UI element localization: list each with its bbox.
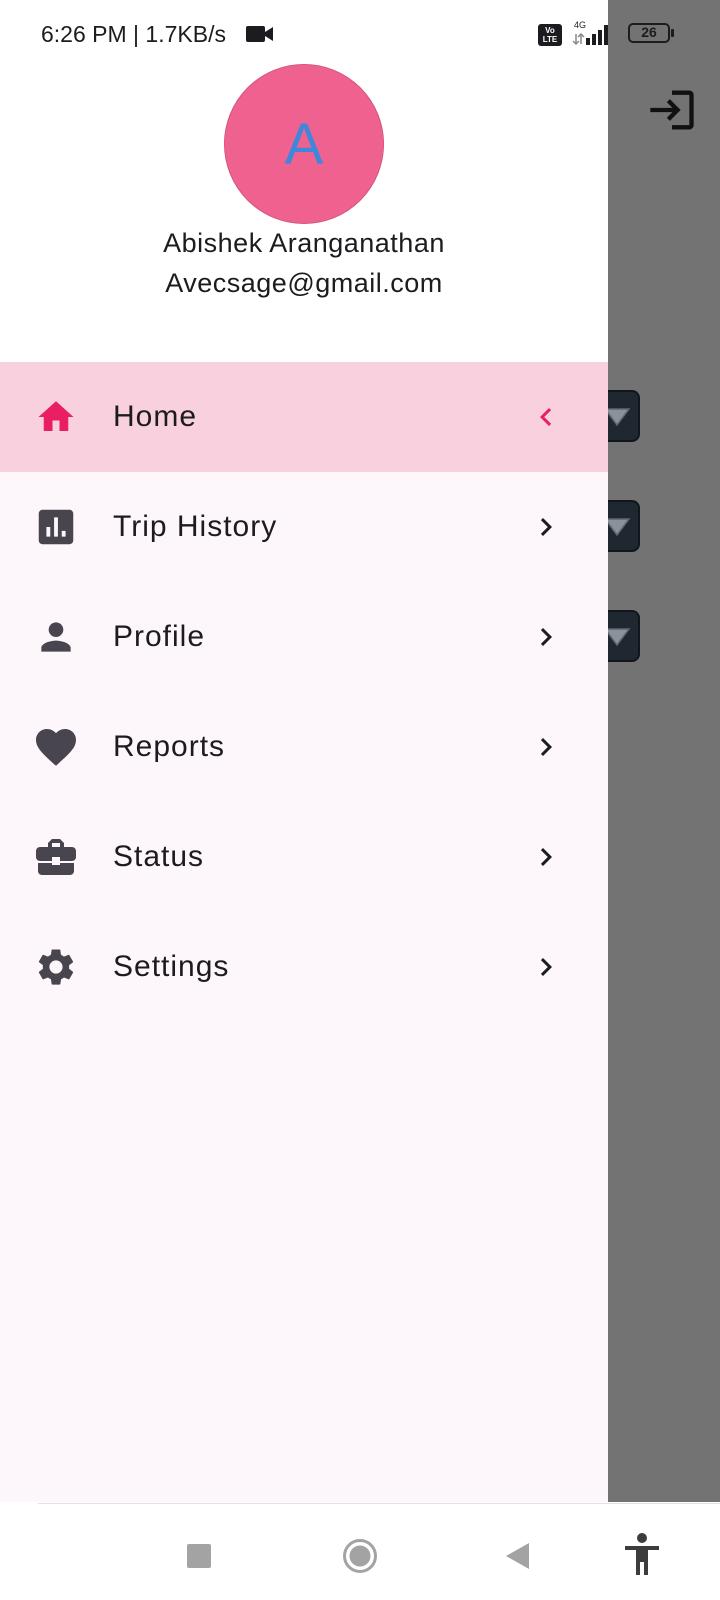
recents-square-icon[interactable] bbox=[186, 1543, 212, 1569]
navigation-drawer: A Abishek Aranganathan Avecsage@gmail.co… bbox=[0, 0, 608, 1502]
status-bar: 6:26 PM | 1.7KB/s Vo LTE 4G 26 bbox=[0, 0, 720, 70]
accessibility-icon[interactable] bbox=[622, 1532, 662, 1576]
login-icon bbox=[650, 90, 694, 130]
drawer-item-reports[interactable]: Reports bbox=[0, 692, 608, 802]
drawer-item-settings[interactable]: Settings bbox=[0, 912, 608, 1022]
status-time: 6:26 PM | 1.7KB/s bbox=[41, 21, 226, 47]
chevron-left-icon bbox=[540, 408, 552, 426]
signal-icon: 4G bbox=[572, 20, 608, 46]
home-icon bbox=[32, 393, 80, 441]
nav-divider bbox=[38, 1503, 720, 1504]
user-email: Avecsage@gmail.com bbox=[165, 268, 443, 298]
volte-icon: Vo LTE bbox=[538, 24, 562, 46]
chevron-right-icon bbox=[540, 848, 552, 866]
chevron-right-icon bbox=[540, 738, 552, 756]
drawer-item-label: Home bbox=[113, 400, 198, 433]
network-type: 4G bbox=[574, 20, 586, 30]
drawer-item-profile[interactable]: Profile bbox=[0, 582, 608, 692]
chevron-right-icon bbox=[540, 958, 552, 976]
chevron-right-icon bbox=[540, 628, 552, 646]
chevron-right-icon bbox=[540, 518, 552, 536]
person-icon bbox=[32, 613, 80, 661]
back-triangle-icon[interactable] bbox=[503, 1541, 531, 1571]
drawer-item-label: Reports bbox=[113, 730, 226, 763]
user-name: Abishek Aranganathan bbox=[163, 228, 445, 258]
drawer-item-trip-history[interactable]: Trip History bbox=[0, 472, 608, 582]
drawer-item-label: Profile bbox=[113, 620, 206, 653]
drawer-item-label: Status bbox=[113, 840, 205, 873]
drawer-item-label: Settings bbox=[113, 950, 230, 983]
briefcase-icon bbox=[32, 833, 80, 881]
avatar[interactable]: A bbox=[224, 64, 384, 224]
battery-icon: 26 bbox=[628, 23, 670, 43]
drawer-item-label: Trip History bbox=[113, 510, 278, 543]
home-circle-icon[interactable] bbox=[342, 1538, 378, 1574]
avatar-letter: A bbox=[284, 111, 324, 177]
gear-icon bbox=[32, 943, 80, 991]
bar-chart-icon bbox=[32, 503, 80, 551]
video-camera-icon bbox=[246, 26, 273, 42]
battery-tip bbox=[671, 29, 674, 37]
drawer-item-home[interactable]: Home bbox=[0, 362, 608, 472]
heart-icon bbox=[32, 723, 80, 771]
drawer-item-status[interactable]: Status bbox=[0, 802, 608, 912]
